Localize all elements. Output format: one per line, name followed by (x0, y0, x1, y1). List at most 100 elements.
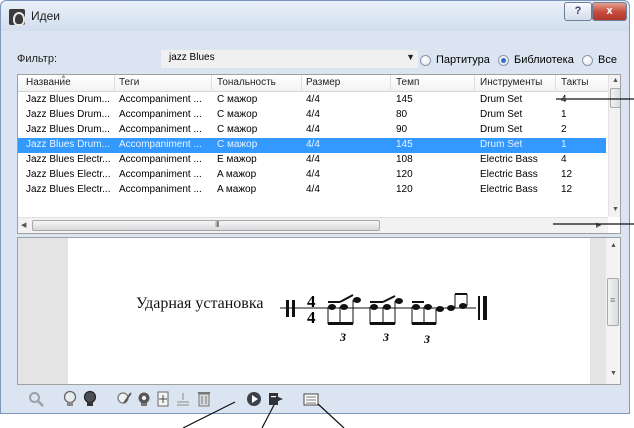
capture-icon[interactable] (173, 388, 193, 410)
table-vertical-scroll-thumb[interactable] (610, 88, 620, 108)
magnifier-icon[interactable] (26, 388, 46, 410)
filter-value: jazz Blues (169, 52, 215, 63)
cell-instruments: Drum Set (480, 109, 523, 120)
column-divider[interactable] (555, 75, 556, 92)
column-divider[interactable] (474, 75, 475, 92)
edit-idea-icon[interactable] (114, 388, 134, 410)
ideas-toolbar (22, 388, 332, 412)
cell-key: A мажор (217, 184, 257, 195)
table-vertical-scrollbar[interactable]: ▲ ▼ (608, 75, 620, 217)
cell-meter: 4/4 (306, 124, 320, 135)
score-preview-page: Ударная установка 4 4 3 3 3 (68, 238, 590, 384)
instrument-label: Ударная установка (136, 295, 264, 312)
triplet-group (327, 294, 361, 325)
cell-key: A мажор (217, 169, 257, 180)
cell-name: Jazz Blues Drum... (26, 124, 110, 135)
radio-library-dot[interactable] (498, 54, 509, 66)
scroll-down-arrow-icon[interactable]: ▼ (612, 206, 619, 213)
cell-bars: 2 (561, 124, 567, 135)
radio-all[interactable]: Все (582, 53, 617, 67)
cell-name: Jazz Blues Drum... (26, 94, 110, 105)
cell-instruments: Drum Set (480, 94, 523, 105)
final-barline (478, 296, 487, 320)
new-idea-icon[interactable] (153, 388, 173, 410)
score-preview-icon[interactable] (301, 388, 321, 410)
triplet-label: 3 (339, 330, 346, 344)
cell-instruments: Drum Set (480, 124, 523, 135)
table-row[interactable]: Jazz Blues Electr... Accompaniment ... A… (18, 168, 606, 183)
cell-bars: 1 (561, 139, 567, 150)
ideas-table: ▲ Название Теги Тональность Размер Темп … (17, 74, 621, 234)
filter-label: Фильтр: (17, 53, 58, 65)
cell-tempo: 145 (396, 94, 413, 105)
close-button[interactable]: x (592, 2, 627, 21)
radio-score[interactable]: Партитура (420, 53, 490, 67)
table-row[interactable]: Jazz Blues Drum... Accompaniment ... C м… (18, 93, 606, 108)
column-header-key[interactable]: Тональность (217, 77, 276, 88)
cell-instruments: Electric Bass (480, 184, 538, 195)
preview-scroll-thumb[interactable]: ≡ (607, 278, 619, 326)
cell-instruments: Electric Bass (480, 154, 538, 165)
drum-staff-notation: 4 4 3 3 3 (280, 292, 487, 346)
table-row[interactable]: Jazz Blues Electr... Accompaniment ... E… (18, 153, 606, 168)
lightbulb-dark-icon[interactable] (80, 388, 100, 410)
column-header-name[interactable]: Название (26, 77, 71, 88)
column-header-tempo[interactable]: Темп (396, 77, 419, 88)
cell-meter: 4/4 (306, 139, 320, 150)
cell-instruments: Drum Set (480, 139, 523, 150)
cell-tags: Accompaniment ... (119, 94, 202, 105)
title-bar: Идеи ? x (1, 1, 629, 31)
preview-vertical-scrollbar[interactable]: ▲ ≡ ▼ (606, 238, 620, 384)
column-header-bars[interactable]: Такты (561, 77, 588, 88)
radio-library[interactable]: Библиотека (498, 53, 574, 67)
triplet-label: 3 (423, 332, 430, 346)
scroll-up-arrow-icon[interactable]: ▲ (612, 77, 619, 84)
column-header-tags[interactable]: Теги (119, 77, 139, 88)
idea-settings-icon[interactable] (134, 388, 154, 410)
table-horizontal-scrollbar[interactable]: ◀ III ▶ (18, 217, 608, 233)
column-header-instruments[interactable]: Инструменты (480, 77, 542, 88)
cell-tempo: 90 (396, 124, 408, 135)
column-divider[interactable] (114, 75, 115, 92)
cell-instruments: Electric Bass (480, 169, 538, 180)
cell-key: C мажор (217, 94, 258, 105)
window-title: Идеи (31, 9, 61, 23)
table-row-selected[interactable]: Jazz Blues Drum... Accompaniment ... C м… (18, 138, 606, 153)
cell-key: C мажор (217, 109, 258, 120)
play-icon[interactable] (244, 388, 264, 410)
triplet-group (411, 301, 444, 325)
cell-name: Jazz Blues Drum... (26, 109, 110, 120)
cell-bars: 1 (561, 109, 567, 120)
scroll-down-arrow-icon[interactable]: ▼ (610, 370, 617, 377)
scroll-up-arrow-icon[interactable]: ▲ (610, 242, 617, 249)
triplet-label: 3 (382, 330, 389, 344)
radio-score-dot[interactable] (420, 54, 431, 66)
radio-score-label: Партитура (436, 54, 490, 66)
table-row[interactable]: Jazz Blues Electr... Accompaniment ... A… (18, 183, 606, 198)
delete-icon[interactable] (194, 388, 214, 410)
chevron-down-icon[interactable]: ▼ (406, 52, 415, 62)
table-horizontal-scroll-thumb[interactable]: III (32, 220, 380, 231)
app-icon (9, 9, 25, 26)
cell-name: Jazz Blues Drum... (26, 139, 110, 150)
scroll-left-arrow-icon[interactable]: ◀ (21, 221, 26, 229)
help-button[interactable]: ? (564, 2, 592, 21)
cell-tempo: 120 (396, 184, 413, 195)
radio-all-dot[interactable] (582, 54, 593, 66)
scroll-right-arrow-icon[interactable]: ▶ (596, 221, 601, 229)
table-row[interactable]: Jazz Blues Drum... Accompaniment ... C м… (18, 108, 606, 123)
column-divider[interactable] (211, 75, 212, 92)
scroll-grip-icon: ≡ (610, 295, 616, 305)
column-divider[interactable] (390, 75, 391, 92)
cell-tags: Accompaniment ... (119, 124, 202, 135)
paste-idea-icon[interactable] (266, 388, 286, 410)
idea-preview-pane: Ударная установка 4 4 3 3 3 ▲ ≡ ▼ (17, 237, 621, 385)
column-header-meter[interactable]: Размер (306, 77, 340, 88)
cell-name: Jazz Blues Electr... (26, 184, 111, 195)
lightbulb-icon[interactable] (60, 388, 80, 410)
table-row[interactable]: Jazz Blues Drum... Accompaniment ... C м… (18, 123, 606, 138)
triplet-group (369, 295, 403, 325)
column-divider[interactable] (301, 75, 302, 92)
filter-combobox[interactable]: jazz Blues ▼ (161, 50, 418, 68)
cell-meter: 4/4 (306, 169, 320, 180)
